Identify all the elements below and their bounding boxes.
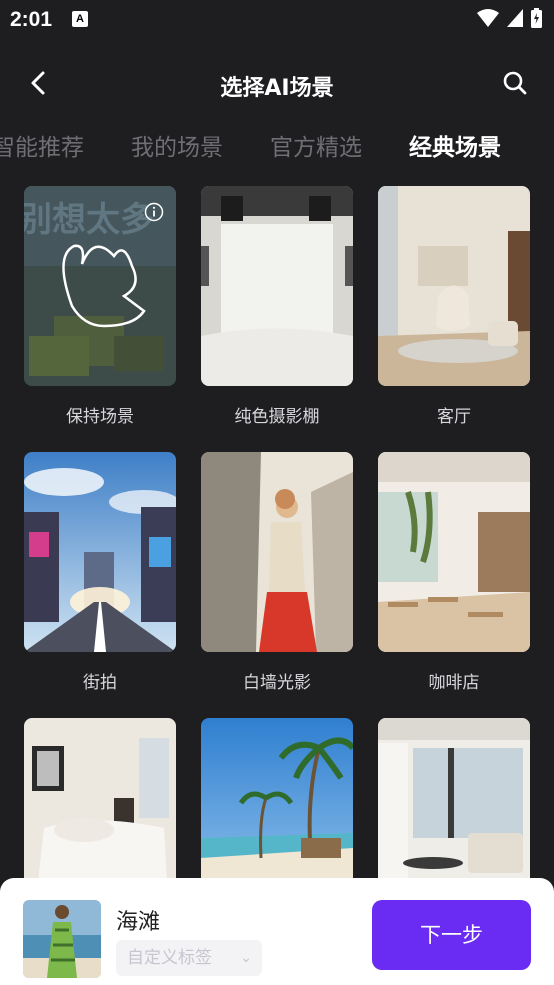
top-nav: 选择AI场景: [0, 60, 554, 110]
scene-label: 白墙光影: [243, 673, 311, 693]
app-notification-icon: A: [72, 11, 88, 27]
scene-card-street[interactable]: 街拍: [24, 452, 176, 693]
info-icon[interactable]: [144, 202, 164, 222]
wifi-icon: [477, 9, 499, 27]
selected-scene-thumbnail: [23, 900, 101, 978]
tab-my-scenes[interactable]: 我的场景: [131, 128, 223, 162]
scene-thumbnail: [201, 452, 353, 652]
selected-scene-name: 海滩: [116, 910, 161, 935]
tab-official-picks[interactable]: 官方精选: [270, 128, 362, 162]
scene-label: 街拍: [83, 673, 117, 693]
scene-card-cafe[interactable]: 咖啡店: [378, 452, 530, 693]
tab-classic-scenes[interactable]: 经典场景: [409, 128, 501, 162]
scene-card-living-room[interactable]: 客厅: [378, 186, 530, 427]
selection-panel: 海滩 自定义标签 ⌄ 下一步: [0, 878, 554, 985]
scene-card-white-wall[interactable]: 白墙光影: [201, 452, 353, 693]
scene-label: 客厅: [437, 407, 471, 427]
scene-thumbnail: 别想太多: [24, 186, 176, 386]
scene-thumbnail: [378, 186, 530, 386]
system-icons: [477, 8, 542, 28]
custom-tag-placeholder: 自定义标签: [127, 948, 212, 968]
chevron-down-icon: ⌄: [240, 950, 252, 966]
page-title: 选择AI场景: [220, 76, 334, 101]
custom-tag-dropdown[interactable]: 自定义标签 ⌄: [116, 940, 262, 976]
search-icon[interactable]: [502, 70, 528, 96]
scene-thumbnail: [378, 452, 530, 652]
scene-label: 保持场景: [66, 407, 134, 427]
tab-smart-recommend[interactable]: 智能推荐: [0, 128, 84, 162]
scene-thumbnail: [24, 452, 176, 652]
battery-icon: [531, 8, 542, 28]
next-step-button[interactable]: 下一步: [372, 900, 531, 970]
category-tabs: 智能推荐 我的场景 官方精选 经典场景: [0, 128, 501, 168]
signal-icon: [507, 9, 523, 27]
scene-card-studio[interactable]: 纯色摄影棚: [201, 186, 353, 427]
status-time: 2:01: [10, 8, 53, 31]
scene-label: 咖啡店: [428, 673, 480, 693]
scene-thumbnail: [201, 186, 353, 386]
status-bar: 2:01 A: [0, 0, 554, 40]
scene-label: 纯色摄影棚: [234, 407, 320, 427]
scene-card-keep[interactable]: 别想太多 保持场景: [24, 186, 176, 427]
